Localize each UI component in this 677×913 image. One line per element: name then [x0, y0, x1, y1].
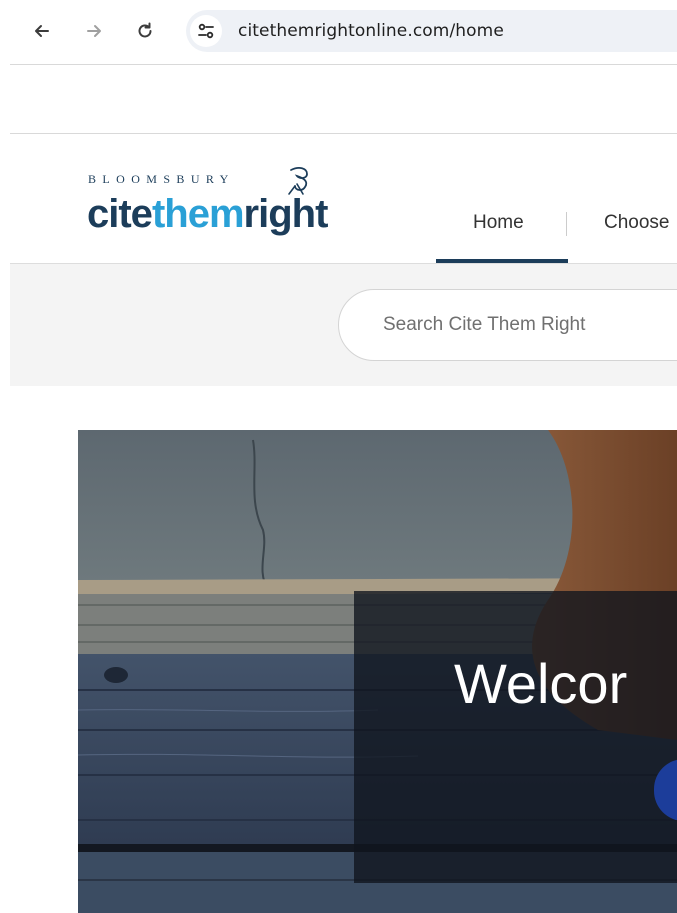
logo-cite: cite — [87, 192, 153, 236]
top-banner-area — [10, 65, 677, 133]
back-button[interactable] — [27, 16, 57, 46]
nav-item-home[interactable]: Home — [436, 196, 568, 264]
hero-cta-button[interactable] — [654, 759, 677, 821]
browser-toolbar: citethemrightonline.com/home — [0, 0, 677, 64]
url-text[interactable]: citethemrightonline.com/home — [238, 21, 504, 41]
site-header: BLOOMSBURY citethemright Home Choose — [10, 134, 677, 264]
address-bar[interactable]: citethemrightonline.com/home — [186, 10, 677, 52]
search-section: Search Cite Them Right — [10, 264, 677, 386]
search-placeholder: Search Cite Them Right — [383, 314, 586, 335]
logo-wordmark: citethemright — [87, 192, 329, 236]
hero-overlay: Welcor — [354, 591, 677, 883]
reload-icon — [138, 22, 152, 38]
forward-button[interactable] — [79, 16, 109, 46]
reload-button[interactable] — [130, 16, 160, 46]
logo-publisher-text: BLOOMSBURY — [88, 172, 235, 186]
logo-them: them — [151, 192, 245, 236]
nav-separator — [566, 212, 567, 236]
arrow-right-icon — [87, 25, 101, 37]
logo-right: right — [243, 192, 329, 236]
site-info-button[interactable] — [190, 15, 222, 47]
search-input[interactable]: Search Cite Them Right — [338, 289, 677, 361]
arrow-left-icon — [35, 25, 49, 37]
nav-item-label: Home — [473, 212, 524, 233]
hero-title: Welcor — [454, 652, 628, 715]
hero-banner: Welcor — [78, 430, 677, 913]
nav-item-choose[interactable]: Choose — [604, 212, 670, 234]
tune-icon — [198, 23, 214, 39]
page: citethemrightonline.com/home BLOOMSBURY … — [0, 0, 677, 913]
site-logo[interactable]: BLOOMSBURY citethemright — [87, 166, 387, 246]
